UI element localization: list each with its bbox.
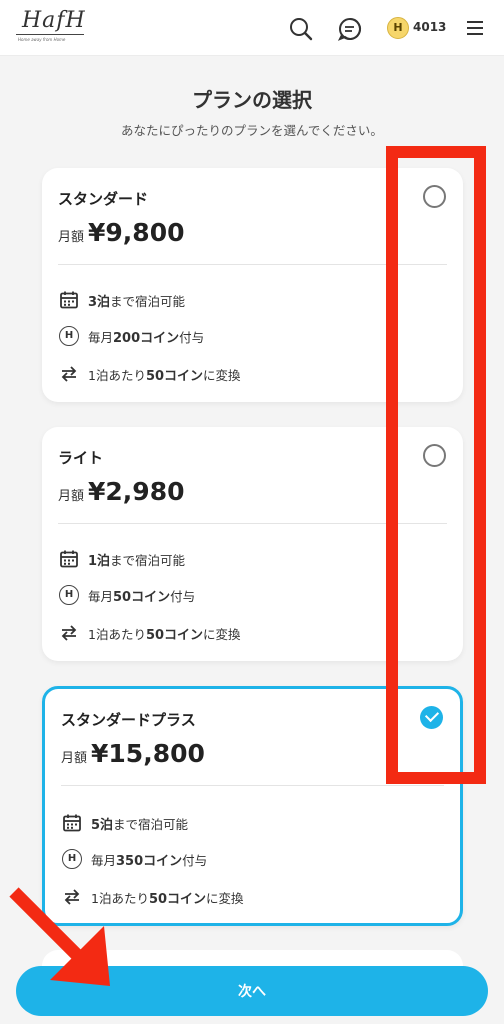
coins-suffix: 付与 <box>170 588 196 604</box>
card-divider <box>61 785 444 786</box>
exchange-icon <box>58 363 80 385</box>
coins-suffix: 付与 <box>179 329 205 345</box>
coin-h-icon: H <box>59 585 79 605</box>
nights-value: 3泊 <box>88 294 111 310</box>
convert-suffix: に変換 <box>206 890 244 906</box>
plan-name: スタンダード <box>58 190 149 208</box>
convert-prefix: 1泊あたり <box>88 367 146 383</box>
exchange-icon <box>58 622 80 644</box>
page-subtitle: あなたにぴったりのプランを選んでください。 <box>121 123 383 138</box>
plan-price: 月額 ¥9,800 <box>58 218 185 247</box>
coins-value: 350コイン <box>116 853 183 869</box>
annotation-arrow-icon <box>9 887 110 986</box>
chat-icon[interactable] <box>337 16 363 42</box>
plan-price: 月額 ¥2,980 <box>58 477 185 506</box>
search-icon[interactable] <box>288 16 314 42</box>
convert-value: 50コイン <box>145 368 204 384</box>
coins-value: 50コイン <box>113 589 171 605</box>
annotation-highlight-box <box>386 146 486 784</box>
calendar-icon <box>58 548 80 570</box>
price-label: 月額 <box>58 230 85 245</box>
convert-suffix: に変換 <box>203 367 241 383</box>
calendar-icon <box>61 812 83 834</box>
coins-prefix: 毎月 <box>91 852 117 868</box>
hafh-logo[interactable]: HafH Home away from Home <box>16 8 86 46</box>
feature-coins: H 毎月 200コイン 付与 <box>58 324 204 348</box>
convert-suffix: に変換 <box>203 626 241 642</box>
coin-h-icon: H <box>62 849 82 869</box>
coin-balance[interactable]: 4013 <box>413 20 446 34</box>
app-header: HafH Home away from Home H 4013 <box>0 0 504 56</box>
convert-prefix: 1泊あたり <box>88 626 146 642</box>
nights-value: 5泊 <box>91 817 114 833</box>
feature-convert: 1泊あたり 50コイン に変換 <box>58 362 241 386</box>
nights-text: まで宿泊可能 <box>110 552 186 568</box>
feature-nights: 1泊 まで宿泊可能 <box>58 547 185 571</box>
feature-convert: 1泊あたり 50コイン に変換 <box>58 621 241 645</box>
coin-icon[interactable]: H <box>387 17 409 39</box>
feature-nights: 3泊 まで宿泊可能 <box>58 288 185 312</box>
feature-coins: H 毎月 50コイン 付与 <box>58 583 195 607</box>
logo-tagline: Home away from Home <box>18 37 66 42</box>
page-title: プランの選択 <box>192 88 312 112</box>
hamburger-menu-icon[interactable] <box>464 17 490 43</box>
coins-prefix: 毎月 <box>88 329 114 345</box>
nights-text: まで宿泊可能 <box>110 293 186 309</box>
logo-text: HafH <box>22 8 86 33</box>
price-value: ¥15,800 <box>91 739 205 768</box>
nights-text: まで宿泊可能 <box>113 816 189 832</box>
price-value: ¥2,980 <box>88 477 185 506</box>
plan-price: 月額 ¥15,800 <box>61 739 205 768</box>
price-label: 月額 <box>58 489 85 504</box>
coins-suffix: 付与 <box>182 852 208 868</box>
coins-value: 200コイン <box>113 330 180 346</box>
nights-value: 1泊 <box>88 553 111 569</box>
plan-name: スタンダードプラス <box>61 711 196 729</box>
price-value: ¥9,800 <box>88 218 185 247</box>
feature-coins: H 毎月 350コイン 付与 <box>61 847 207 871</box>
feature-nights: 5泊 まで宿泊可能 <box>61 811 188 835</box>
convert-value: 50コイン <box>145 627 204 643</box>
coins-prefix: 毎月 <box>88 588 114 604</box>
logo-underline <box>16 34 84 35</box>
plan-name: ライト <box>58 449 104 467</box>
coin-h-icon: H <box>59 326 79 346</box>
price-label: 月額 <box>61 751 88 766</box>
calendar-icon <box>58 289 80 311</box>
convert-value: 50コイン <box>148 891 207 907</box>
